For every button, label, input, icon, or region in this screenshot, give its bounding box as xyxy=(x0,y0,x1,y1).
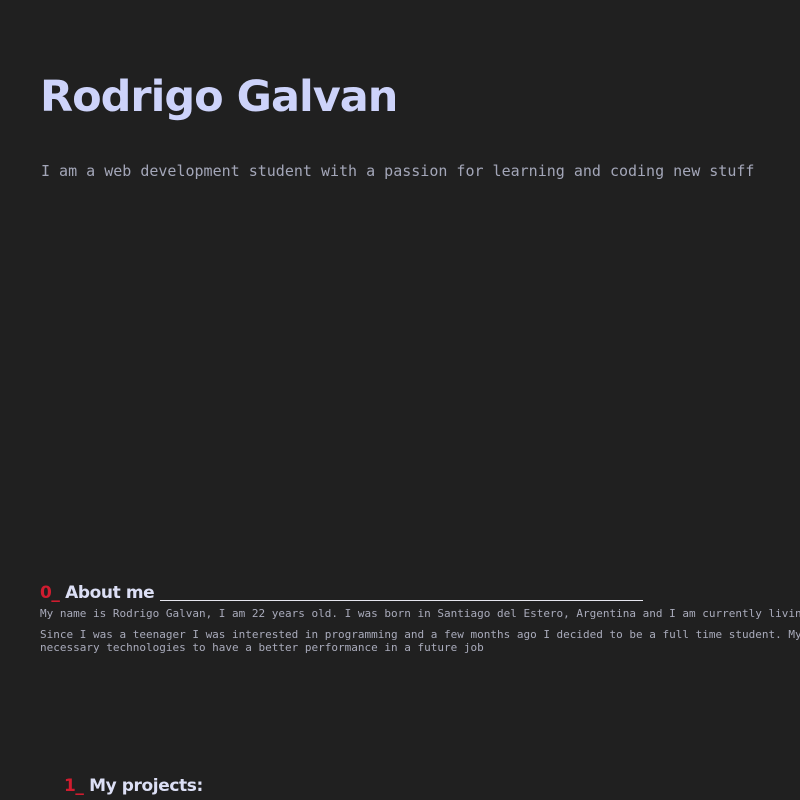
projects-section-heading: 1_ My projects: xyxy=(64,776,203,796)
about-section-number: 0_ xyxy=(40,583,60,603)
about-section-title: About me xyxy=(65,583,155,603)
about-paragraph-2-line-2: necessary technologies to have a better … xyxy=(40,641,484,654)
about-paragraph-2: Since I was a teenager I was interested … xyxy=(40,628,800,654)
about-section-heading: 0_ About me xyxy=(40,583,155,603)
portfolio-page: Rodrigo Galvan I am a web development st… xyxy=(0,0,800,800)
projects-section-title: My projects: xyxy=(89,776,203,796)
hero-tagline: I am a web development student with a pa… xyxy=(41,162,755,180)
hero-name: Rodrigo Galvan xyxy=(40,72,398,122)
about-paragraph-2-line-1: Since I was a teenager I was interested … xyxy=(40,628,800,641)
projects-section-number: 1_ xyxy=(64,776,84,796)
about-heading-underline xyxy=(160,600,643,601)
about-paragraph-1: My name is Rodrigo Galvan, I am 22 years… xyxy=(40,607,800,620)
